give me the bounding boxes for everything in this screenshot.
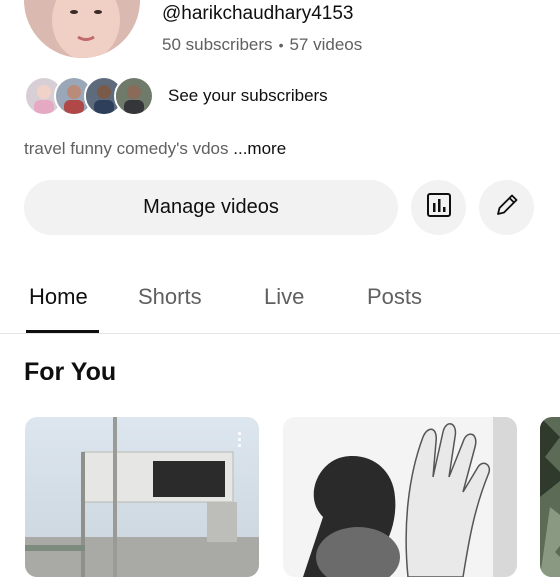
more-options-icon[interactable]: · · · <box>237 425 243 455</box>
video-thumbnail[interactable] <box>283 417 517 577</box>
video-count: 57 videos <box>289 35 363 54</box>
tab-live[interactable]: Live <box>264 284 304 310</box>
channel-tabs: Home Shorts Live Posts <box>0 270 560 332</box>
subscriber-avatar <box>114 76 154 116</box>
subscriber-count: 50 subscribers <box>162 35 273 54</box>
analytics-button[interactable] <box>411 180 466 235</box>
tab-shorts[interactable]: Shorts <box>138 284 202 310</box>
subscriber-avatars <box>24 76 154 116</box>
tabs-divider <box>0 333 560 334</box>
channel-avatar[interactable] <box>24 0 140 58</box>
video-thumbnail[interactable] <box>540 417 560 577</box>
manage-videos-button[interactable]: Manage videos <box>24 180 398 235</box>
edit-pencil-icon <box>493 191 521 224</box>
channel-description[interactable]: travel funny comedy's vdos ...more <box>24 139 286 159</box>
description-text: travel funny comedy's vdos <box>24 139 229 158</box>
channel-handle: @harikchaudhary4153 <box>162 3 354 24</box>
channel-stats: 50 subscribers • 57 videos <box>162 35 362 55</box>
tab-posts[interactable]: Posts <box>367 284 422 310</box>
section-title: For You <box>24 358 117 386</box>
edit-channel-button[interactable] <box>479 180 534 235</box>
more-link[interactable]: ...more <box>233 139 286 158</box>
analytics-icon <box>426 192 452 223</box>
see-subscribers-link[interactable]: See your subscribers <box>168 86 328 106</box>
video-thumbnail[interactable]: · · · <box>25 417 259 577</box>
separator-dot: • <box>278 37 284 53</box>
tab-home[interactable]: Home <box>29 284 88 310</box>
see-subscribers-row[interactable]: See your subscribers <box>24 76 328 116</box>
